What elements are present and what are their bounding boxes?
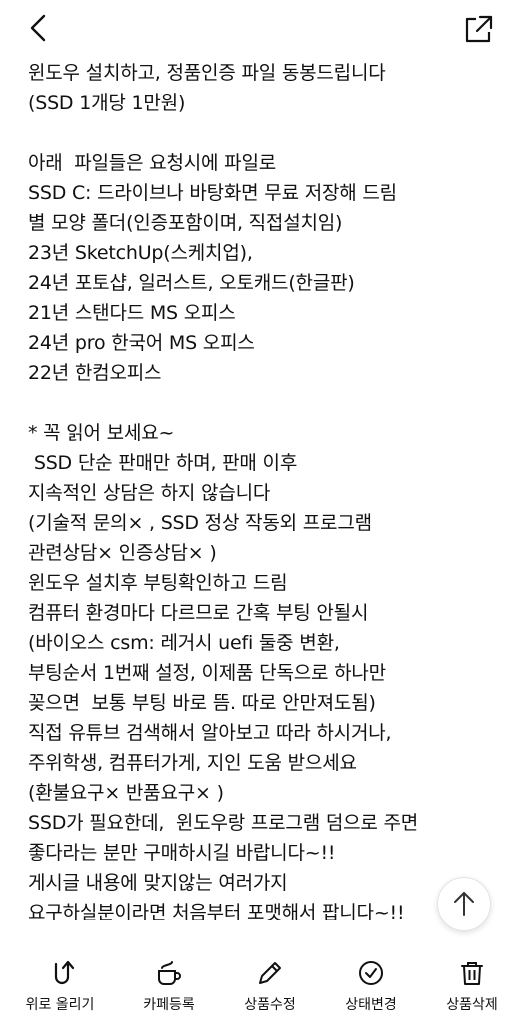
trash-icon	[461, 962, 483, 985]
body-line: 24년 pro 한국어 MS 오피스	[28, 332, 255, 354]
edit-product-button[interactable]: 상품수정	[220, 958, 320, 1018]
body-line: 22년 한컴오피스	[28, 362, 162, 384]
body-line: 부팅순서 1번째 설정, 이제품 단독으로 하나만	[28, 662, 386, 684]
body-line: 주위학생, 컴퓨터가게, 지인 도움 받으세요	[28, 752, 357, 774]
body-line: 윈도우 설치후 부팅확인하고 드림	[28, 572, 288, 594]
share-button[interactable]	[458, 10, 498, 50]
body-line: SSD 단순 판매만 하며, 판매 이후	[28, 452, 298, 474]
body-line: 직접 유튜브 검색해서 알아보고 따라 하시거나,	[28, 722, 392, 744]
body-line: 윈도우 설치하고, 정품인증 파일 동봉드립니다	[28, 62, 386, 84]
bump-up-icon	[54, 960, 75, 985]
cafe-register-button[interactable]: 카페등록	[119, 958, 219, 1018]
body-line: (환불요구× 반품요구× )	[28, 782, 224, 804]
pencil-icon	[259, 962, 281, 984]
body-line: (SSD 1개당 1만원)	[28, 92, 186, 114]
bump-up-label: 위로 올리기	[25, 997, 95, 1013]
scroll-to-top-button[interactable]	[437, 877, 491, 931]
change-status-button[interactable]: 상태변경	[321, 958, 421, 1018]
edit-product-label: 상품수정	[244, 997, 296, 1013]
top-bar	[0, 0, 522, 56]
change-status-label: 상태변경	[345, 997, 397, 1013]
body-line: 21년 스탠다드 MS 오피스	[28, 302, 236, 324]
body-line	[28, 388, 518, 418]
arrow-up-icon	[454, 892, 474, 916]
check-circle-icon	[359, 961, 383, 985]
body-line: 컴퓨터 환경마다 다르므로 간혹 부팅 안될시	[28, 602, 369, 624]
body-line: 별 모양 폴더(인증포함이며, 직접설치임)	[28, 212, 343, 234]
body-line: 꽂으면 보통 부팅 바로 뜸. 따로 안만져도됨)	[28, 692, 376, 714]
body-line: 아래 파일들은 요청시에 파일로	[28, 152, 276, 174]
external-link-icon	[465, 15, 493, 43]
body-line: SSD C: 드라이브나 바탕화면 무료 저장해 드림	[28, 182, 397, 204]
body-line: 지속적인 상담은 하지 않습니다	[28, 482, 271, 504]
cafe-register-label: 카페등록	[143, 997, 195, 1013]
chevron-left-icon	[30, 14, 46, 42]
body-line: * 꼭 읽어 보세요~	[28, 422, 175, 444]
body-line: 23년 SketchUp(스케치업),	[28, 242, 253, 264]
body-line: 좋다라는 분만 구매하시길 바랍니다~!!	[28, 842, 336, 864]
bump-up-button[interactable]: 위로 올리기	[10, 958, 110, 1018]
body-line: (기술적 문의× , SSD 정상 작동외 프로그램	[28, 512, 372, 534]
delete-product-label: 상품삭제	[446, 997, 498, 1013]
delete-product-button[interactable]: 상품삭제	[422, 958, 522, 1018]
body-line: 관련상담× 인증상담× )	[28, 542, 217, 564]
body-line: SSD가 필요한데, 윈도우랑 프로그램 덤으로 주면	[28, 812, 419, 834]
post-body-text: 윈도우 설치하고, 정품인증 파일 동봉드립니다 (SSD 1개당 1만원) 아…	[28, 58, 518, 920]
post-content: 윈도우 설치하고, 정품인증 파일 동봉드립니다 (SSD 1개당 1만원) 아…	[0, 40, 522, 920]
back-button[interactable]	[22, 10, 62, 50]
body-line: 24년 포토샵, 일러스트, 오토캐드(한글판)	[28, 272, 355, 294]
bottom-action-bar: 위로 올리기 카페등록 상품수정 상태변경 상품삭제	[0, 940, 522, 1024]
body-line: (바이오스 csm: 레거시 uefi 둘중 변환,	[28, 632, 340, 654]
coffee-cup-icon	[158, 961, 181, 985]
body-line	[28, 118, 518, 148]
